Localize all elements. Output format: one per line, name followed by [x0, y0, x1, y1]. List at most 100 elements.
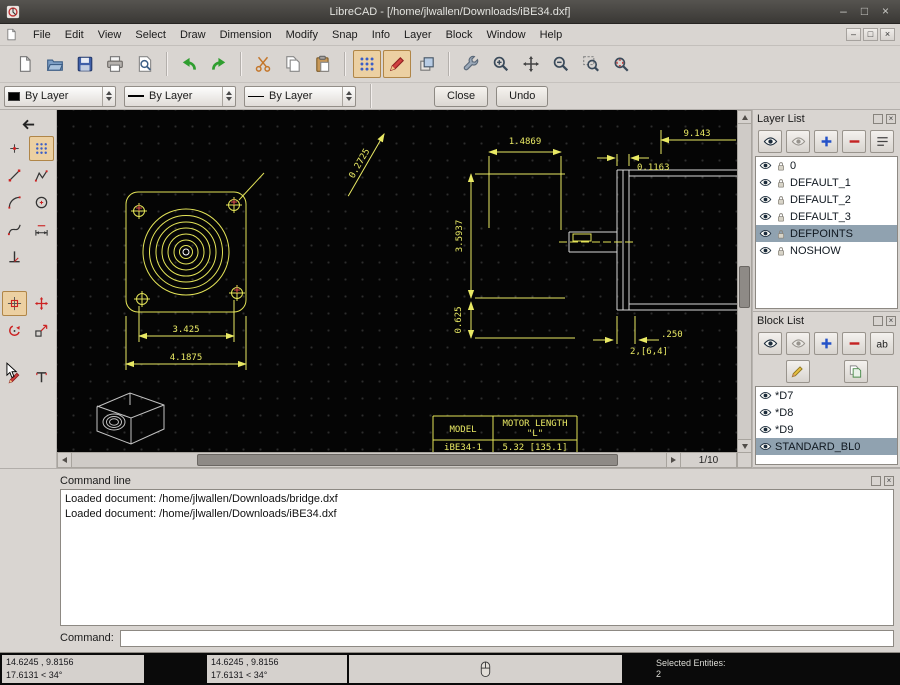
menu-layer[interactable]: Layer	[397, 26, 439, 44]
menu-snap[interactable]: Snap	[325, 26, 365, 44]
front-view	[126, 173, 264, 312]
float-panel-button[interactable]	[873, 114, 883, 124]
plus-button[interactable]	[814, 332, 838, 355]
wrench-button[interactable]	[457, 50, 485, 78]
mdi-close-button[interactable]: ×	[880, 28, 895, 41]
attributes-button[interactable]	[870, 130, 894, 153]
select-button[interactable]	[2, 291, 27, 316]
eye-closed-button[interactable]	[786, 130, 810, 153]
snap-grid-button[interactable]	[29, 136, 54, 161]
zoom-redraw-button[interactable]	[517, 50, 545, 78]
minimize-button[interactable]: –	[833, 3, 854, 21]
pen-linetype-select[interactable]: By Layer	[244, 86, 356, 107]
layer-row-defpoints[interactable]: DEFPOINTS	[756, 225, 897, 242]
save-block-button[interactable]	[844, 360, 868, 383]
menu-window[interactable]: Window	[479, 26, 532, 44]
print-button[interactable]	[101, 50, 129, 78]
draw-order-button[interactable]	[413, 50, 441, 78]
polyline-button[interactable]	[29, 163, 54, 188]
close-panel-button[interactable]: ×	[886, 114, 896, 124]
block-row--d9[interactable]: *D9	[756, 421, 897, 438]
menu-modify[interactable]: Modify	[279, 26, 325, 44]
scale-button[interactable]	[29, 318, 54, 343]
horizontal-scrollbar[interactable]: 1/10	[57, 452, 737, 468]
redo-button[interactable]	[205, 50, 233, 78]
minus-button[interactable]	[842, 130, 866, 153]
menu-edit[interactable]: Edit	[58, 26, 91, 44]
maximize-button[interactable]: □	[854, 3, 875, 21]
zoom-window-button[interactable]	[577, 50, 605, 78]
layer-row-default-1[interactable]: DEFAULT_1	[756, 174, 897, 191]
copy-button[interactable]	[279, 50, 307, 78]
new-document-button[interactable]	[11, 50, 39, 78]
vscroll-thumb[interactable]	[739, 266, 750, 308]
menu-help[interactable]: Help	[533, 26, 570, 44]
text-button[interactable]	[29, 365, 54, 390]
minus-button[interactable]	[842, 332, 866, 355]
menu-info[interactable]: Info	[365, 26, 397, 44]
svg-text:"L": "L"	[527, 429, 543, 439]
close-action-button[interactable]: Close	[434, 86, 488, 107]
line-button[interactable]	[2, 163, 27, 188]
snap-grid-button[interactable]	[353, 50, 381, 78]
block-row--d7[interactable]: *D7	[756, 387, 897, 404]
float-panel-button[interactable]	[873, 316, 883, 326]
layer-row-noshow[interactable]: NOSHOW	[756, 242, 897, 259]
point-button[interactable]	[2, 136, 27, 161]
wrench-icon	[462, 55, 480, 73]
eye-open-icon	[759, 423, 772, 436]
close-panel-button[interactable]: ×	[884, 476, 894, 486]
menu-dimension[interactable]: Dimension	[213, 26, 279, 44]
float-panel-button[interactable]	[871, 476, 881, 486]
menu-file[interactable]: File	[26, 26, 58, 44]
circle-button[interactable]	[29, 190, 54, 215]
back-arrow-button[interactable]	[2, 114, 54, 134]
scroll-right-icon[interactable]	[666, 453, 680, 467]
undo-button[interactable]	[175, 50, 203, 78]
vertical-scrollbar[interactable]	[737, 110, 752, 468]
perpendicular-button[interactable]	[2, 244, 27, 269]
layer-row-default-3[interactable]: DEFAULT_3	[756, 208, 897, 225]
eye-open-button[interactable]	[758, 332, 782, 355]
dimension-button[interactable]	[29, 217, 54, 242]
open-file-button[interactable]	[41, 50, 69, 78]
eye-open-button[interactable]	[758, 130, 782, 153]
zoom-pan-button[interactable]	[607, 50, 635, 78]
scroll-up-icon[interactable]	[738, 111, 751, 124]
mdi-minimize-button[interactable]: –	[846, 28, 861, 41]
paste-button[interactable]	[309, 50, 337, 78]
move-button[interactable]	[29, 291, 54, 316]
eye-closed-button[interactable]	[786, 332, 810, 355]
drawing-canvas[interactable]: 0.2725 3.425 4.1875	[57, 110, 737, 452]
block-row-standard-bl0[interactable]: STANDARD_BL0	[756, 438, 897, 455]
close-button[interactable]: ×	[875, 3, 896, 21]
rename-button[interactable]: ab	[870, 332, 894, 355]
mdi-restore-button[interactable]: □	[863, 28, 878, 41]
zoom-out-button[interactable]	[547, 50, 575, 78]
spline-button[interactable]	[2, 217, 27, 242]
menu-draw[interactable]: Draw	[173, 26, 213, 44]
rotate-button[interactable]	[2, 318, 27, 343]
layer-row-0[interactable]: 0	[756, 157, 897, 174]
print-preview-button[interactable]	[131, 50, 159, 78]
save-file-button[interactable]	[71, 50, 99, 78]
layer-row-default-2[interactable]: DEFAULT_2	[756, 191, 897, 208]
zoom-in-button[interactable]	[487, 50, 515, 78]
scroll-down-icon[interactable]	[738, 439, 751, 452]
plus-button[interactable]	[814, 130, 838, 153]
close-panel-button[interactable]: ×	[886, 316, 896, 326]
draft-pen-button[interactable]	[383, 50, 411, 78]
menu-view[interactable]: View	[91, 26, 129, 44]
arc-button[interactable]	[2, 190, 27, 215]
undo-action-button[interactable]: Undo	[496, 86, 548, 107]
menu-block[interactable]: Block	[439, 26, 480, 44]
block-row--d8[interactable]: *D8	[756, 404, 897, 421]
pencil-button[interactable]	[786, 360, 810, 383]
command-input[interactable]	[120, 630, 894, 647]
menu-select[interactable]: Select	[128, 26, 173, 44]
pen-width-select[interactable]: By Layer	[124, 86, 236, 107]
hscroll-thumb[interactable]	[197, 454, 619, 466]
pen-color-select[interactable]: By Layer	[4, 86, 116, 107]
scroll-left-icon[interactable]	[58, 453, 72, 467]
cut-button[interactable]	[249, 50, 277, 78]
